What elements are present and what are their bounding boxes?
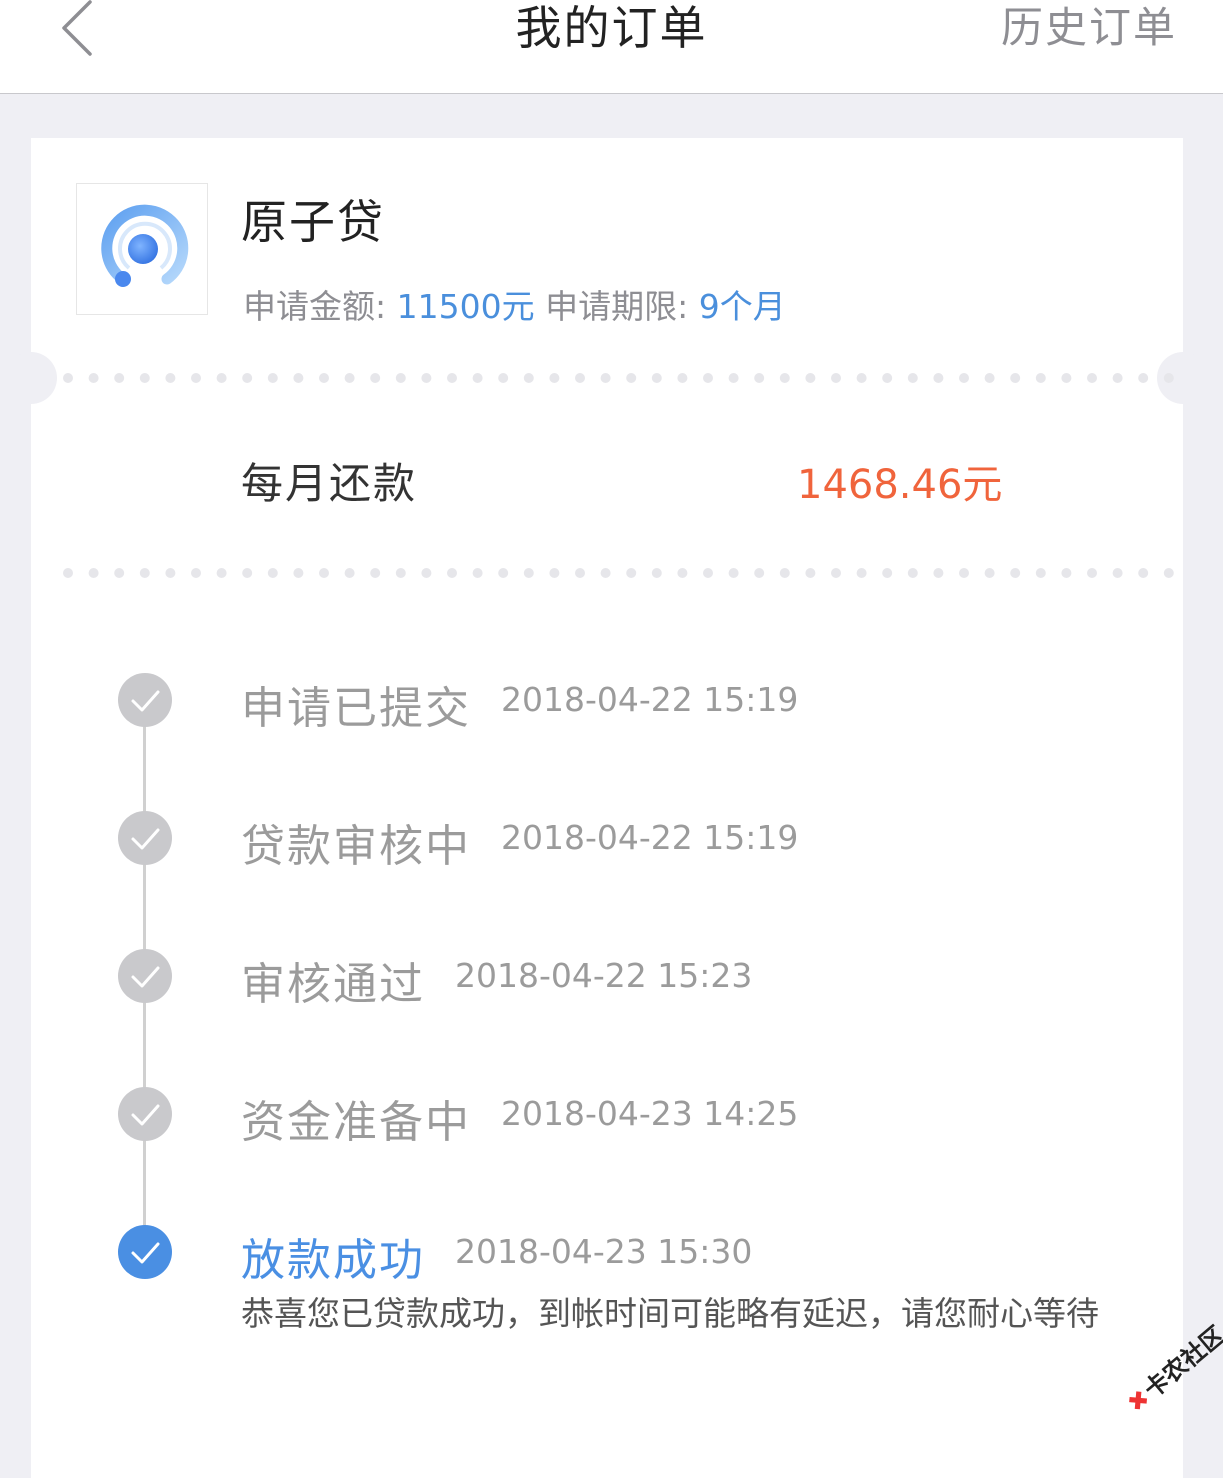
timeline-step-time: 2018-04-22 15:19 (501, 818, 799, 857)
term-value: 9个月 (698, 287, 786, 326)
success-message: 恭喜您已贷款成功，到帐时间可能略有延迟，请您耐心等待 (241, 1294, 1099, 1333)
ticket-notch-left (5, 352, 57, 404)
check-circle-icon (118, 949, 172, 1003)
check-circle-icon (118, 1087, 172, 1141)
product-logo (76, 183, 208, 315)
timeline-step-time: 2018-04-22 15:23 (455, 956, 753, 995)
monthly-payment-value: 1468.46元 (797, 462, 1003, 508)
timeline-step-title: 放款成功 (241, 1235, 425, 1286)
check-circle-icon (118, 1225, 172, 1279)
history-orders-link[interactable]: 历史订单 (1001, 0, 1177, 60)
order-card[interactable]: 原子贷 申请金额: 11500元 申请期限: 9个月 每月还款 1468.46元… (5, 138, 1209, 1478)
product-name: 原子贷 (241, 195, 385, 249)
atom-loan-logo-icon (101, 204, 189, 287)
check-circle-icon (118, 673, 172, 727)
amount-value: 11500元 (396, 287, 535, 326)
timeline-step-title: 申请已提交 (241, 683, 471, 734)
timeline-step-title: 资金准备中 (241, 1097, 471, 1148)
timeline-step-title: 审核通过 (241, 959, 425, 1010)
timeline-step-time: 2018-04-23 14:25 (501, 1094, 799, 1133)
application-info: 申请金额: 11500元 申请期限: 9个月 (243, 280, 786, 328)
timeline-step-time: 2018-04-22 15:19 (501, 680, 799, 719)
check-circle-icon (118, 811, 172, 865)
navigation-bar: 我的订单 历史订单 (0, 0, 1223, 94)
term-label: 申请期限: (545, 287, 689, 326)
dotted-divider (61, 370, 1179, 384)
timeline-step-time: 2018-04-23 15:30 (455, 1232, 753, 1271)
dotted-divider (61, 565, 1179, 579)
timeline-step-title: 贷款审核中 (241, 821, 471, 872)
monthly-payment-label: 每月还款 (241, 459, 418, 508)
amount-label: 申请金额: (243, 287, 387, 326)
